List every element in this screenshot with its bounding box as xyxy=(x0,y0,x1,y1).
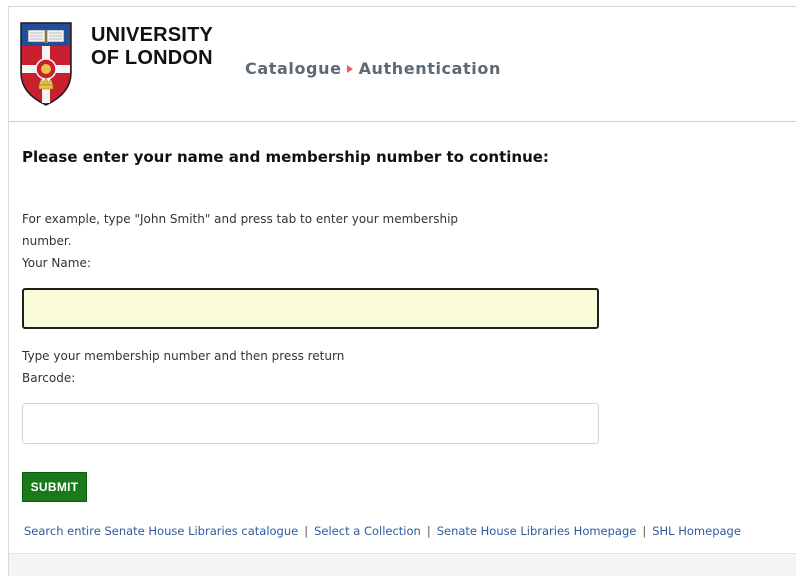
footer-band xyxy=(9,554,796,576)
barcode-label: Barcode: xyxy=(22,371,76,385)
footer-link-shl-homepage[interactable]: SHL Homepage xyxy=(652,524,741,538)
submit-button[interactable]: SUBMIT xyxy=(22,472,87,502)
footer-link-search-catalogue[interactable]: Search entire Senate House Libraries cat… xyxy=(24,524,298,538)
name-help: For example, type "John Smith" and press… xyxy=(22,208,542,274)
footer-separator: | xyxy=(304,524,309,538)
barcode-help: Type your membership number and then pre… xyxy=(22,345,344,389)
footer-link-select-collection[interactable]: Select a Collection xyxy=(314,524,421,538)
footer-separator: | xyxy=(642,524,647,538)
breadcrumb-authentication: Authentication xyxy=(358,59,501,78)
breadcrumb-catalogue[interactable]: Catalogue xyxy=(245,59,342,78)
header-divider xyxy=(9,121,796,122)
page: UNIVERSITY OF LONDON Catalogue Authentica… xyxy=(0,0,796,576)
page-heading: Please enter your name and membership nu… xyxy=(22,148,549,166)
footer-links: Search entire Senate House Libraries cat… xyxy=(24,524,741,538)
barcode-help-text: Type your membership number and then pre… xyxy=(22,349,345,363)
name-help-line-2: number. xyxy=(22,234,72,248)
name-help-line-1: For example, type "John Smith" and press… xyxy=(22,212,459,226)
barcode-input[interactable] xyxy=(22,403,599,444)
university-wordmark[interactable]: UNIVERSITY OF LONDON xyxy=(91,24,213,70)
name-label: Your Name: xyxy=(22,256,91,270)
logo-line-2: OF LONDON xyxy=(91,47,213,69)
triangle-right-icon xyxy=(346,65,353,73)
footer-separator: | xyxy=(426,524,431,538)
university-crest-icon[interactable] xyxy=(19,21,73,107)
logo-line-1: UNIVERSITY xyxy=(91,24,214,46)
name-input[interactable] xyxy=(22,288,599,329)
footer-link-shl-homepage-full[interactable]: Senate House Libraries Homepage xyxy=(437,524,637,538)
breadcrumb: Catalogue Authentication xyxy=(245,59,501,78)
site-header: UNIVERSITY OF LONDON Catalogue Authentica… xyxy=(9,7,796,120)
